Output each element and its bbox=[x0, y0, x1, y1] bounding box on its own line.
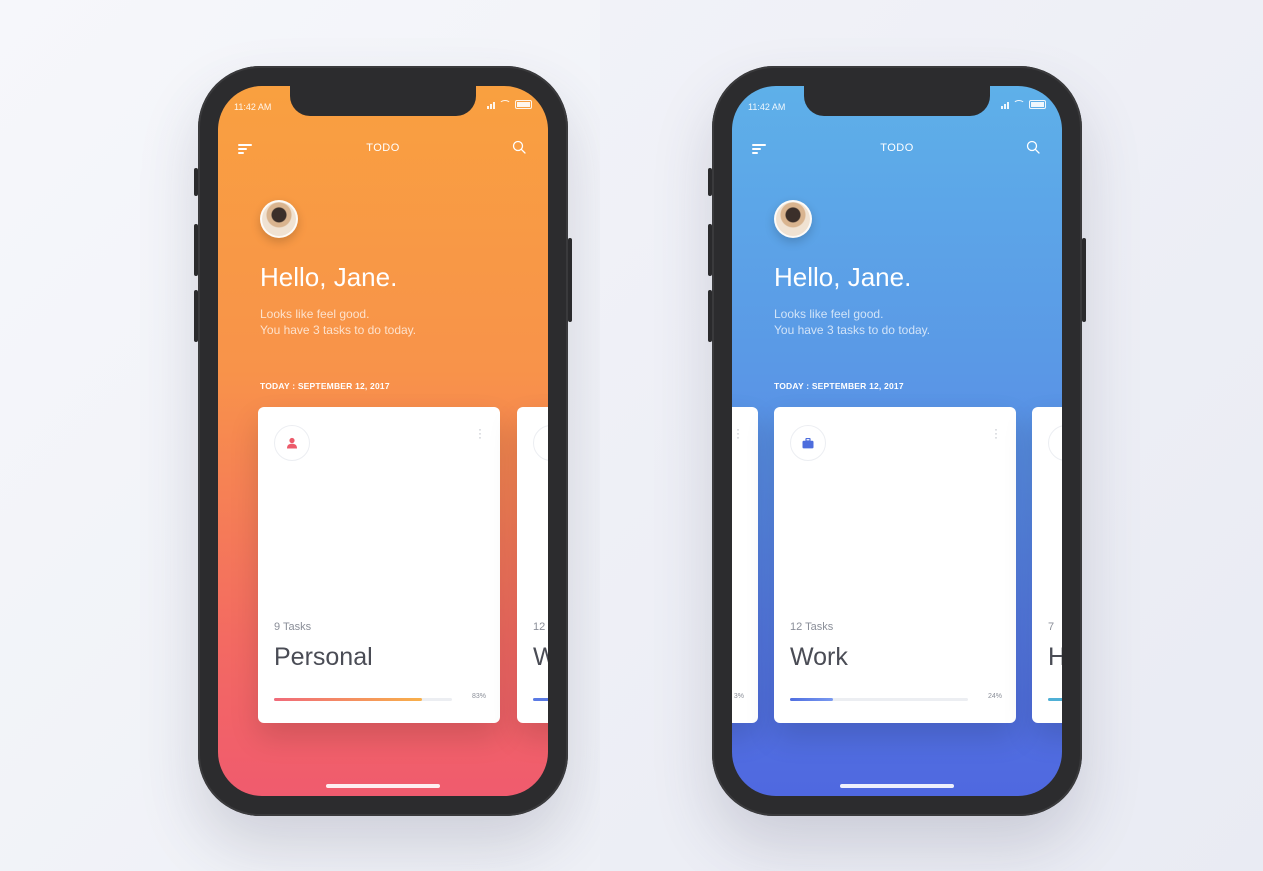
signal-icon bbox=[1001, 101, 1009, 109]
greeting-subtitle: Looks like feel good. You have 3 tasks t… bbox=[774, 306, 930, 338]
category-name-peek: W bbox=[533, 643, 548, 671]
category-card-work[interactable]: · · · 12 Tasks Work 24% bbox=[774, 407, 1016, 723]
status-time: 11:42 AM bbox=[234, 102, 272, 112]
more-options-icon[interactable]: · · · bbox=[478, 423, 482, 443]
battery-icon bbox=[1029, 100, 1046, 109]
status-time: 11:42 AM bbox=[748, 102, 786, 112]
date-label: TODAY : SEPTEMBER 12, 2017 bbox=[774, 381, 904, 391]
battery-icon bbox=[515, 100, 532, 109]
wifi-icon bbox=[499, 100, 511, 109]
task-count-peek: 12 bbox=[533, 621, 546, 633]
task-count-peek: 7 bbox=[1048, 621, 1055, 633]
volume-up-button bbox=[708, 224, 712, 276]
mute-switch bbox=[708, 168, 712, 196]
app-title: TODO bbox=[366, 142, 400, 154]
greeting-line-1: Looks like feel good. bbox=[260, 307, 370, 321]
category-card-home-peek[interactable]: 7 H bbox=[1032, 407, 1062, 723]
phone-frame-blue: 11:42 AM TODO Hello, Jane. Looks like fe… bbox=[708, 66, 1086, 816]
phone-frame-orange: 11:42 AM TODO Hello, Jane. Looks like fe… bbox=[194, 66, 572, 816]
briefcase-icon bbox=[790, 425, 826, 461]
greeting-line-2: You have 3 tasks to do today. bbox=[774, 323, 931, 337]
progress-track bbox=[790, 698, 968, 701]
category-card-personal-peek[interactable]: · · · 3% bbox=[732, 407, 758, 723]
volume-down-button bbox=[194, 290, 198, 342]
category-icon-peek bbox=[1048, 425, 1062, 461]
more-options-icon[interactable]: · · · bbox=[736, 423, 740, 443]
progress-percent: 83% bbox=[471, 693, 486, 700]
status-icons bbox=[487, 100, 532, 109]
home-indicator[interactable] bbox=[840, 784, 954, 788]
progress-fill-peek bbox=[533, 698, 548, 701]
search-icon[interactable] bbox=[1026, 140, 1040, 154]
greeting-line-1: Looks like feel good. bbox=[774, 307, 884, 321]
volume-up-button bbox=[194, 224, 198, 276]
greeting-title: Hello, Jane. bbox=[774, 262, 912, 292]
category-card-personal[interactable]: · · · 9 Tasks Personal 83% bbox=[258, 407, 500, 723]
progress-percent-peek: 3% bbox=[733, 693, 744, 700]
avatar[interactable] bbox=[774, 200, 812, 238]
home-indicator[interactable] bbox=[326, 784, 440, 788]
greeting-line-2: You have 3 tasks to do today. bbox=[260, 323, 417, 337]
avatar[interactable] bbox=[260, 200, 298, 238]
progress-fill bbox=[790, 698, 833, 701]
notch bbox=[290, 86, 476, 116]
power-button bbox=[1082, 238, 1086, 322]
progress-track-peek bbox=[533, 698, 548, 701]
notch bbox=[804, 86, 990, 116]
status-icons bbox=[1001, 100, 1046, 109]
category-card-work-peek[interactable]: 12 W bbox=[517, 407, 548, 723]
person-icon bbox=[274, 425, 310, 461]
category-name: Personal bbox=[274, 643, 373, 671]
app-screen-personal: 11:42 AM TODO Hello, Jane. Looks like fe… bbox=[218, 86, 548, 796]
volume-down-button bbox=[708, 290, 712, 342]
category-name: Work bbox=[790, 643, 848, 671]
category-icon-peek bbox=[533, 425, 548, 461]
app-screen-work: 11:42 AM TODO Hello, Jane. Looks like fe… bbox=[732, 86, 1062, 796]
category-name-peek: H bbox=[1048, 643, 1062, 671]
app-title: TODO bbox=[880, 142, 914, 154]
mute-switch bbox=[194, 168, 198, 196]
progress-track bbox=[274, 698, 452, 701]
power-button bbox=[568, 238, 572, 322]
right-panel: 11:42 AM TODO Hello, Jane. Looks like fe… bbox=[600, 0, 1263, 871]
task-count: 9 Tasks bbox=[274, 621, 312, 633]
left-panel: 11:42 AM TODO Hello, Jane. Looks like fe… bbox=[0, 0, 600, 871]
search-icon[interactable] bbox=[512, 140, 526, 154]
greeting-title: Hello, Jane. bbox=[260, 262, 398, 292]
task-count: 12 Tasks bbox=[790, 621, 834, 633]
more-options-icon[interactable]: · · · bbox=[994, 423, 998, 443]
progress-fill-peek bbox=[1048, 698, 1062, 701]
signal-icon bbox=[487, 101, 495, 109]
progress-track-peek bbox=[1048, 698, 1062, 701]
date-label: TODAY : SEPTEMBER 12, 2017 bbox=[260, 381, 390, 391]
wifi-icon bbox=[1013, 100, 1025, 109]
progress-percent: 24% bbox=[987, 693, 1002, 700]
progress-fill bbox=[274, 698, 422, 701]
greeting-subtitle: Looks like feel good. You have 3 tasks t… bbox=[260, 306, 416, 338]
